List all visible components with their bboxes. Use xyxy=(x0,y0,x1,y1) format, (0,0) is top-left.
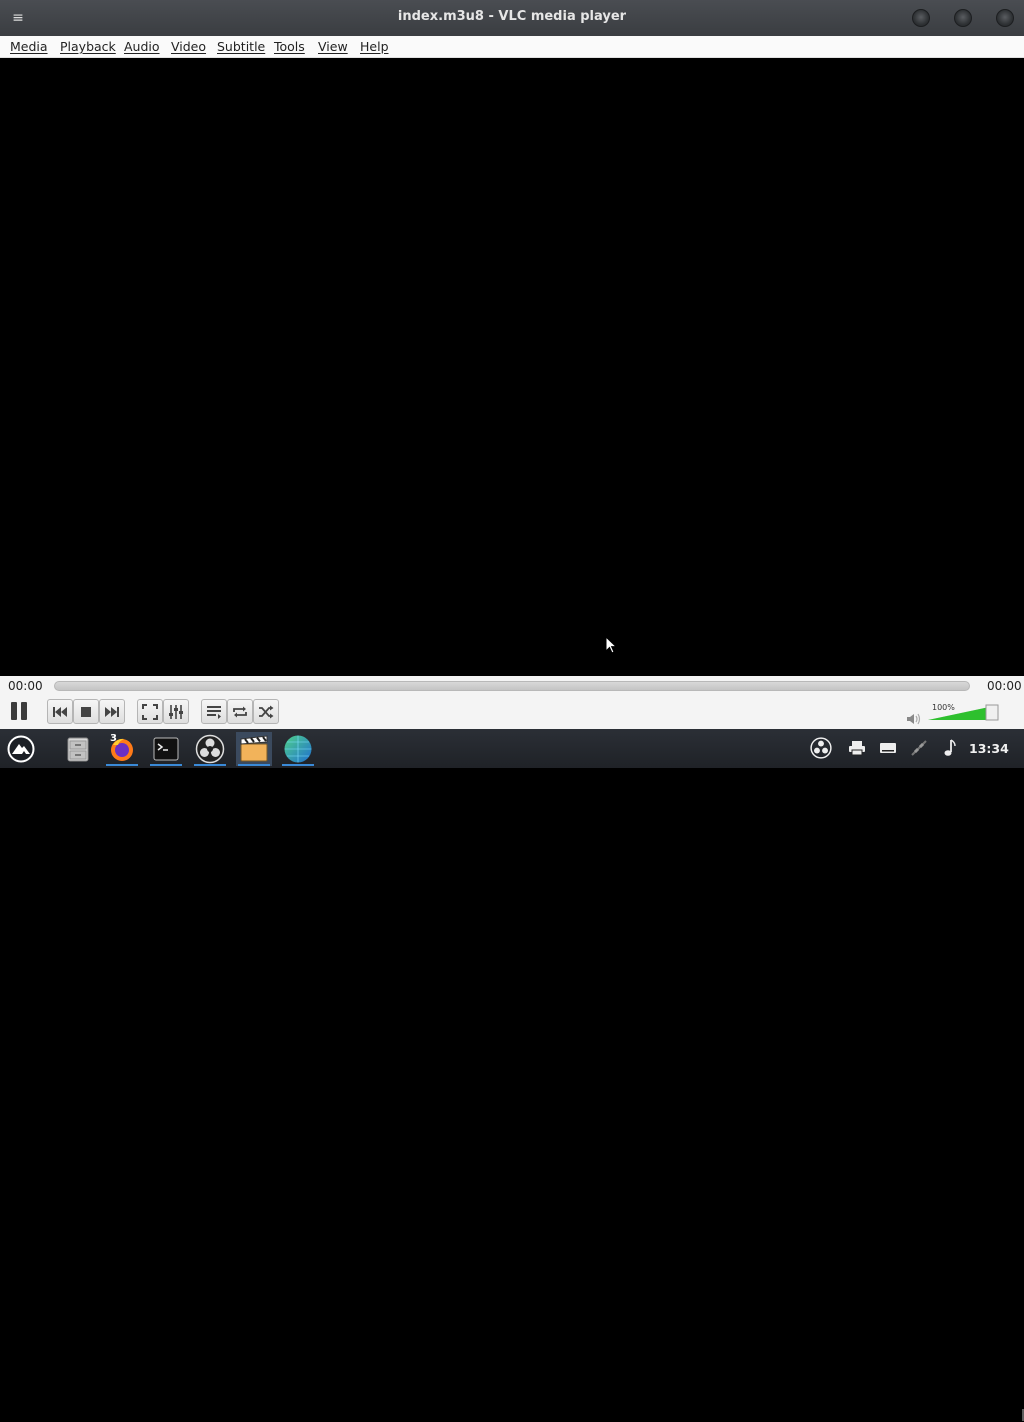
menu-playback[interactable]: Playback xyxy=(60,39,116,54)
taskbar-terminal[interactable] xyxy=(148,732,184,766)
tray-network[interactable] xyxy=(908,737,930,759)
taskbar-firefox[interactable]: 3 xyxy=(104,732,140,766)
next-icon xyxy=(105,706,119,717)
previous-icon xyxy=(53,706,67,717)
elapsed-time: 00:00 xyxy=(8,679,43,693)
fullscreen-button[interactable] xyxy=(137,699,163,724)
network-disconnected-icon xyxy=(911,740,927,756)
seek-row: 00:00 00:00 xyxy=(0,676,1024,696)
minimize-button[interactable] xyxy=(912,9,930,27)
close-button[interactable] xyxy=(996,9,1014,27)
menu-subtitle[interactable]: Subtitle xyxy=(217,39,265,54)
mountain-icon xyxy=(7,735,35,763)
controls-bar: 100% xyxy=(0,696,1024,1421)
taskbar-file-manager[interactable] xyxy=(60,732,96,766)
menu-audio[interactable]: Audio xyxy=(124,39,160,54)
next-button[interactable] xyxy=(99,699,125,724)
taskbar-vlc[interactable] xyxy=(236,732,272,766)
shuffle-icon xyxy=(259,705,274,718)
launcher-button[interactable] xyxy=(3,732,39,766)
firefox-window-count: 3 xyxy=(110,733,117,744)
taskbar-globe[interactable] xyxy=(280,732,316,766)
fullscreen-icon xyxy=(142,703,158,720)
maximize-button[interactable] xyxy=(954,9,972,27)
extended-settings-button[interactable] xyxy=(163,699,189,724)
speaker-icon[interactable] xyxy=(906,712,922,726)
file-cabinet-icon xyxy=(67,737,89,762)
vlc-window: ≡ index.m3u8 - VLC media player Media Pl… xyxy=(0,0,1024,1421)
menu-bar: Media Playback Audio Video Subtitle Tool… xyxy=(0,36,1024,58)
clapperboard-icon xyxy=(240,735,268,762)
previous-button[interactable] xyxy=(47,699,73,724)
pause-button[interactable] xyxy=(4,697,34,725)
playlist-button[interactable] xyxy=(201,699,227,724)
taskbar-obs[interactable] xyxy=(192,732,228,766)
stop-button[interactable] xyxy=(73,699,99,724)
video-area[interactable] xyxy=(0,58,1024,676)
window-title: index.m3u8 - VLC media player xyxy=(397,9,627,24)
equalizer-icon xyxy=(169,704,183,719)
clock[interactable]: 13:34 xyxy=(969,741,1009,756)
obs-icon xyxy=(195,734,225,764)
volume-handle[interactable] xyxy=(985,704,999,721)
obs-tray-icon xyxy=(810,737,832,759)
total-time: 00:00 xyxy=(987,679,1022,693)
terminal-icon xyxy=(153,737,179,761)
music-note-icon xyxy=(944,739,956,756)
stop-icon xyxy=(81,706,91,717)
menu-view[interactable]: View xyxy=(318,39,348,54)
mouse-cursor-icon xyxy=(605,636,618,654)
tray-obs[interactable] xyxy=(810,737,832,759)
keyboard-icon xyxy=(880,743,896,753)
menu-video[interactable]: Video xyxy=(171,39,206,54)
volume-slider[interactable] xyxy=(928,703,1000,721)
seek-slider[interactable] xyxy=(54,681,970,691)
menu-media[interactable]: Media xyxy=(10,39,48,54)
tray-keyboard[interactable] xyxy=(877,737,899,759)
resize-grip[interactable] xyxy=(1016,1408,1024,1422)
loop-button[interactable] xyxy=(227,699,253,724)
menu-tools[interactable]: Tools xyxy=(274,39,305,54)
tray-printer[interactable] xyxy=(846,737,868,759)
playlist-icon xyxy=(207,705,221,719)
taskbar: 3 13:34 xyxy=(0,729,1024,768)
loop-icon xyxy=(233,706,247,717)
printer-icon xyxy=(849,741,865,756)
title-bar[interactable]: ≡ index.m3u8 - VLC media player xyxy=(0,0,1024,36)
shuffle-button[interactable] xyxy=(253,699,279,724)
menu-help[interactable]: Help xyxy=(360,39,389,54)
globe-icon xyxy=(284,735,312,763)
tray-audio[interactable] xyxy=(939,737,961,759)
